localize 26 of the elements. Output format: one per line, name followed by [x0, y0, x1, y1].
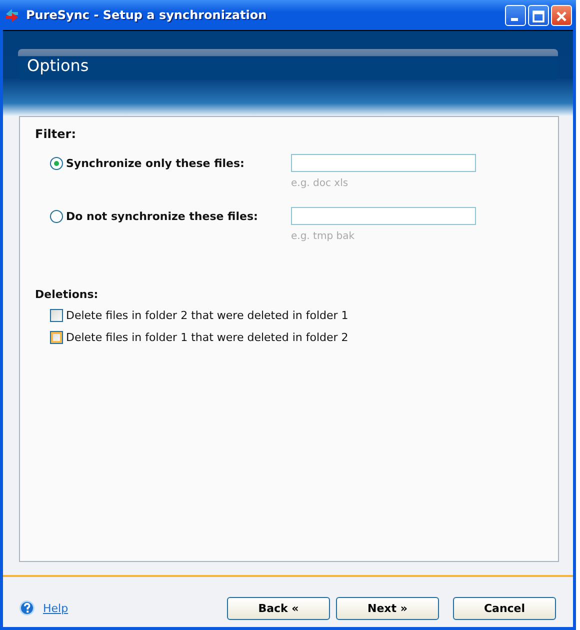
next-button[interactable]: Next » — [336, 596, 439, 620]
cancel-button[interactable]: Cancel — [453, 596, 556, 620]
help-icon — [19, 600, 35, 616]
sync-arrows-icon — [4, 7, 20, 23]
checkbox[interactable] — [50, 309, 63, 322]
window-title: PureSync - Setup a synchronization — [26, 8, 268, 22]
help-link[interactable]: Help — [43, 602, 68, 614]
page-title: Options — [27, 56, 89, 75]
checkbox-label[interactable]: Delete files in folder 1 that were deleted in folder 2 — [66, 331, 348, 344]
maximize-button[interactable] — [528, 4, 549, 26]
back-button[interactable]: Back « — [227, 596, 330, 620]
radio-button[interactable] — [50, 210, 63, 222]
input-field[interactable] — [291, 154, 476, 172]
section-heading: Filter: — [35, 127, 78, 141]
minimize-button[interactable] — [505, 4, 526, 26]
checkbox[interactable] — [50, 331, 63, 344]
minimize-icon — [511, 18, 518, 20]
radio-button[interactable] — [50, 156, 63, 170]
checkbox-label[interactable]: Delete files in folder 2 that were deleted in folder 1 — [66, 309, 348, 322]
hint-text: e.g. tmp bak — [291, 231, 356, 242]
section-heading: Deletions: — [35, 288, 100, 301]
input-field[interactable] — [291, 207, 476, 225]
hint-text: e.g. doc xls — [291, 178, 350, 189]
close-button[interactable] — [551, 4, 572, 26]
option-label[interactable]: Do not synchronize these files: — [66, 210, 258, 222]
option-label[interactable]: Synchronize only these files: — [66, 156, 244, 170]
